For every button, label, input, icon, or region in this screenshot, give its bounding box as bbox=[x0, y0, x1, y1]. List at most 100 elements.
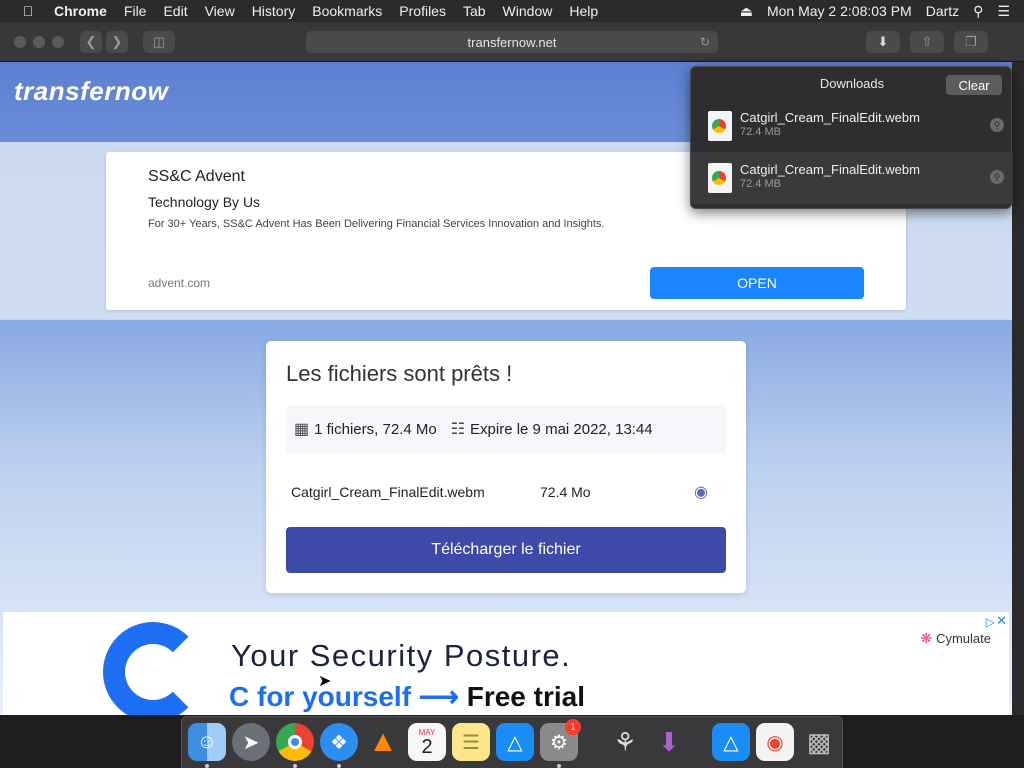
transfer-card: Les fichiers sont prêts ! ▦ 1 fichiers, … bbox=[266, 341, 746, 593]
spotlight-icon[interactable]: ⚲ bbox=[973, 3, 983, 20]
running-indicator bbox=[205, 764, 209, 768]
expiry-date: Expire le 9 mai 2022, 13:44 bbox=[470, 420, 653, 438]
ad-banner-bottom[interactable]: Your Security Posture. C for yourself ⟶ … bbox=[3, 612, 1009, 715]
downloads-button[interactable]: ⬇ bbox=[866, 31, 900, 53]
menu-tab[interactable]: Tab bbox=[463, 3, 486, 19]
calendar-icon: ☷ bbox=[450, 421, 466, 438]
running-indicator bbox=[557, 764, 561, 768]
download-file-size: 72.4 MB bbox=[740, 126, 781, 138]
preview-eye-icon[interactable]: ◉ bbox=[694, 482, 708, 502]
download-icon: ⬇ bbox=[877, 34, 889, 49]
download-item[interactable]: Catgirl_Cream_FinalEdit.webm 72.4 MB ⚲ bbox=[691, 152, 1013, 204]
chrome-file-icon bbox=[708, 163, 732, 193]
file-count: 1 fichiers, 72.4 Mo bbox=[314, 420, 437, 438]
transfer-title: Les fichiers sont prêts ! bbox=[286, 361, 513, 386]
menu-window[interactable]: Window bbox=[503, 3, 553, 19]
tabs-overview-button[interactable]: ❐ bbox=[954, 31, 988, 53]
banner-line2: C for yourself ⟶ Free trial bbox=[229, 680, 585, 713]
clear-downloads-button[interactable]: Clear bbox=[946, 75, 1002, 95]
menu-view[interactable]: View bbox=[205, 3, 235, 19]
cymulate-c-logo bbox=[103, 622, 203, 715]
menu-extras: ⏏ Mon May 2 2:08:03 PM Dartz ⚲ ☰ bbox=[740, 0, 1024, 22]
forward-button[interactable]: ❯ bbox=[106, 31, 128, 53]
running-indicator bbox=[293, 764, 297, 768]
eject-icon[interactable]: ⏏ bbox=[740, 3, 753, 20]
chrome-document-icon[interactable]: ◉ bbox=[756, 723, 794, 761]
cymulate-logo-icon: ❋ bbox=[920, 630, 933, 646]
safari-icon[interactable]: ❖ bbox=[320, 723, 358, 761]
applications-folder-icon[interactable]: △ bbox=[712, 723, 750, 761]
close-window-button[interactable] bbox=[14, 36, 26, 48]
finder-icon[interactable]: ☺ bbox=[188, 723, 226, 761]
transfer-info: ▦ 1 fichiers, 72.4 Mo ☷ Expire le 9 mai … bbox=[286, 405, 726, 453]
chevron-right-icon: ❯ bbox=[111, 34, 123, 49]
notes-icon[interactable]: ☰ bbox=[452, 723, 490, 761]
ad-advertiser: SS&C Advent bbox=[148, 168, 245, 185]
reveal-in-finder-icon[interactable]: ⚲ bbox=[990, 170, 1004, 184]
site-logo[interactable]: transfernow bbox=[14, 76, 168, 107]
share-icon: ⇧ bbox=[921, 34, 933, 49]
apple-icon[interactable]:  bbox=[20, 3, 36, 19]
download-file-name: Catgirl_Cream_FinalEdit.webm bbox=[740, 110, 920, 125]
expiry-group: ☷ Expire le 9 mai 2022, 13:44 bbox=[451, 419, 653, 439]
chrome-icon[interactable] bbox=[276, 723, 314, 761]
downloads-popover: Downloads Clear Catgirl_Cream_FinalEdit.… bbox=[690, 66, 1013, 209]
ad-description: For 30+ Years, SS&C Advent Has Been Deli… bbox=[148, 218, 605, 230]
adchoices-icon[interactable]: ▷ bbox=[986, 615, 995, 629]
menu-history[interactable]: History bbox=[252, 3, 296, 19]
menu-app-name[interactable]: Chrome bbox=[54, 3, 107, 19]
calendar-icon[interactable]: MAY 2 bbox=[408, 723, 446, 761]
minimize-window-button[interactable] bbox=[33, 36, 45, 48]
cymulate-name: Cymulate bbox=[936, 631, 991, 646]
control-center-icon[interactable]: ☰ bbox=[997, 3, 1010, 20]
launchpad-icon[interactable]: ➤ bbox=[232, 723, 270, 761]
menu-file[interactable]: File bbox=[124, 3, 147, 19]
cymulate-brand: ❋ Cymulate bbox=[920, 630, 991, 647]
sidebar-icon: ◫ bbox=[152, 34, 166, 49]
chrome-center bbox=[288, 735, 302, 749]
menu-bookmarks[interactable]: Bookmarks bbox=[312, 3, 382, 19]
reload-icon[interactable]: ↻ bbox=[700, 35, 710, 49]
calendar-day: 2 bbox=[421, 735, 433, 758]
mouse-cursor-icon: ➤ bbox=[318, 673, 332, 690]
ad-domain: advent.com bbox=[148, 276, 211, 290]
ad-close-icon[interactable]: ✕ bbox=[996, 613, 1007, 629]
banner-line2-prefix: C for yourself ⟶ bbox=[229, 681, 459, 712]
dock: ☺ ➤ ❖ ▲ MAY 2 ☰ △ ⚙ 1 ⚘ ⬇ △ ◉ ▩ bbox=[181, 716, 843, 768]
ad-headline: Technology By Us bbox=[148, 194, 261, 210]
page-scrollbar[interactable] bbox=[1012, 62, 1024, 715]
file-size: 72.4 Mo bbox=[540, 484, 591, 500]
file-count-group: ▦ 1 fichiers, 72.4 Mo bbox=[294, 419, 437, 439]
download-file-button[interactable]: Télécharger le fichier bbox=[286, 527, 726, 573]
file-name: Catgirl_Cream_FinalEdit.webm bbox=[291, 484, 485, 500]
share-button[interactable]: ⇧ bbox=[910, 31, 944, 53]
address-bar[interactable]: transfernow.net ↻ bbox=[306, 31, 718, 53]
running-indicator bbox=[337, 764, 341, 768]
menu-profiles[interactable]: Profiles bbox=[399, 3, 446, 19]
download-file-name: Catgirl_Cream_FinalEdit.webm bbox=[740, 162, 920, 177]
notification-badge: 1 bbox=[565, 719, 581, 735]
menu-bar:  Chrome File Edit View History Bookmark… bbox=[0, 0, 1024, 22]
menu-edit[interactable]: Edit bbox=[163, 3, 187, 19]
tabs-icon: ❐ bbox=[965, 34, 977, 49]
back-button[interactable]: ❮ bbox=[80, 31, 102, 53]
download-item[interactable]: Catgirl_Cream_FinalEdit.webm 72.4 MB ⚲ bbox=[691, 100, 1013, 152]
user-name[interactable]: Dartz bbox=[926, 3, 959, 19]
sidebar-button[interactable]: ◫ bbox=[143, 31, 175, 53]
ad-open-button[interactable]: OPEN bbox=[650, 267, 864, 299]
chrome-file-icon bbox=[708, 111, 732, 141]
files-icon: ▦ bbox=[294, 421, 310, 438]
network-utility-icon[interactable]: ⚘ bbox=[606, 723, 644, 761]
menu-help[interactable]: Help bbox=[569, 3, 598, 19]
app-store-icon[interactable]: △ bbox=[496, 723, 534, 761]
zoom-window-button[interactable] bbox=[52, 36, 64, 48]
banner-line1: Your Security Posture. bbox=[231, 638, 572, 673]
trash-icon[interactable]: ▩ bbox=[800, 723, 838, 761]
reveal-in-finder-icon[interactable]: ⚲ bbox=[990, 118, 1004, 132]
banner-free-trial[interactable]: Free trial bbox=[467, 681, 585, 712]
clock[interactable]: Mon May 2 2:08:03 PM bbox=[767, 3, 912, 19]
installer-icon[interactable]: ⬇ bbox=[650, 723, 688, 761]
vlc-icon[interactable]: ▲ bbox=[364, 723, 402, 761]
chevron-left-icon: ❮ bbox=[85, 34, 97, 49]
download-file-size: 72.4 MB bbox=[740, 178, 781, 190]
